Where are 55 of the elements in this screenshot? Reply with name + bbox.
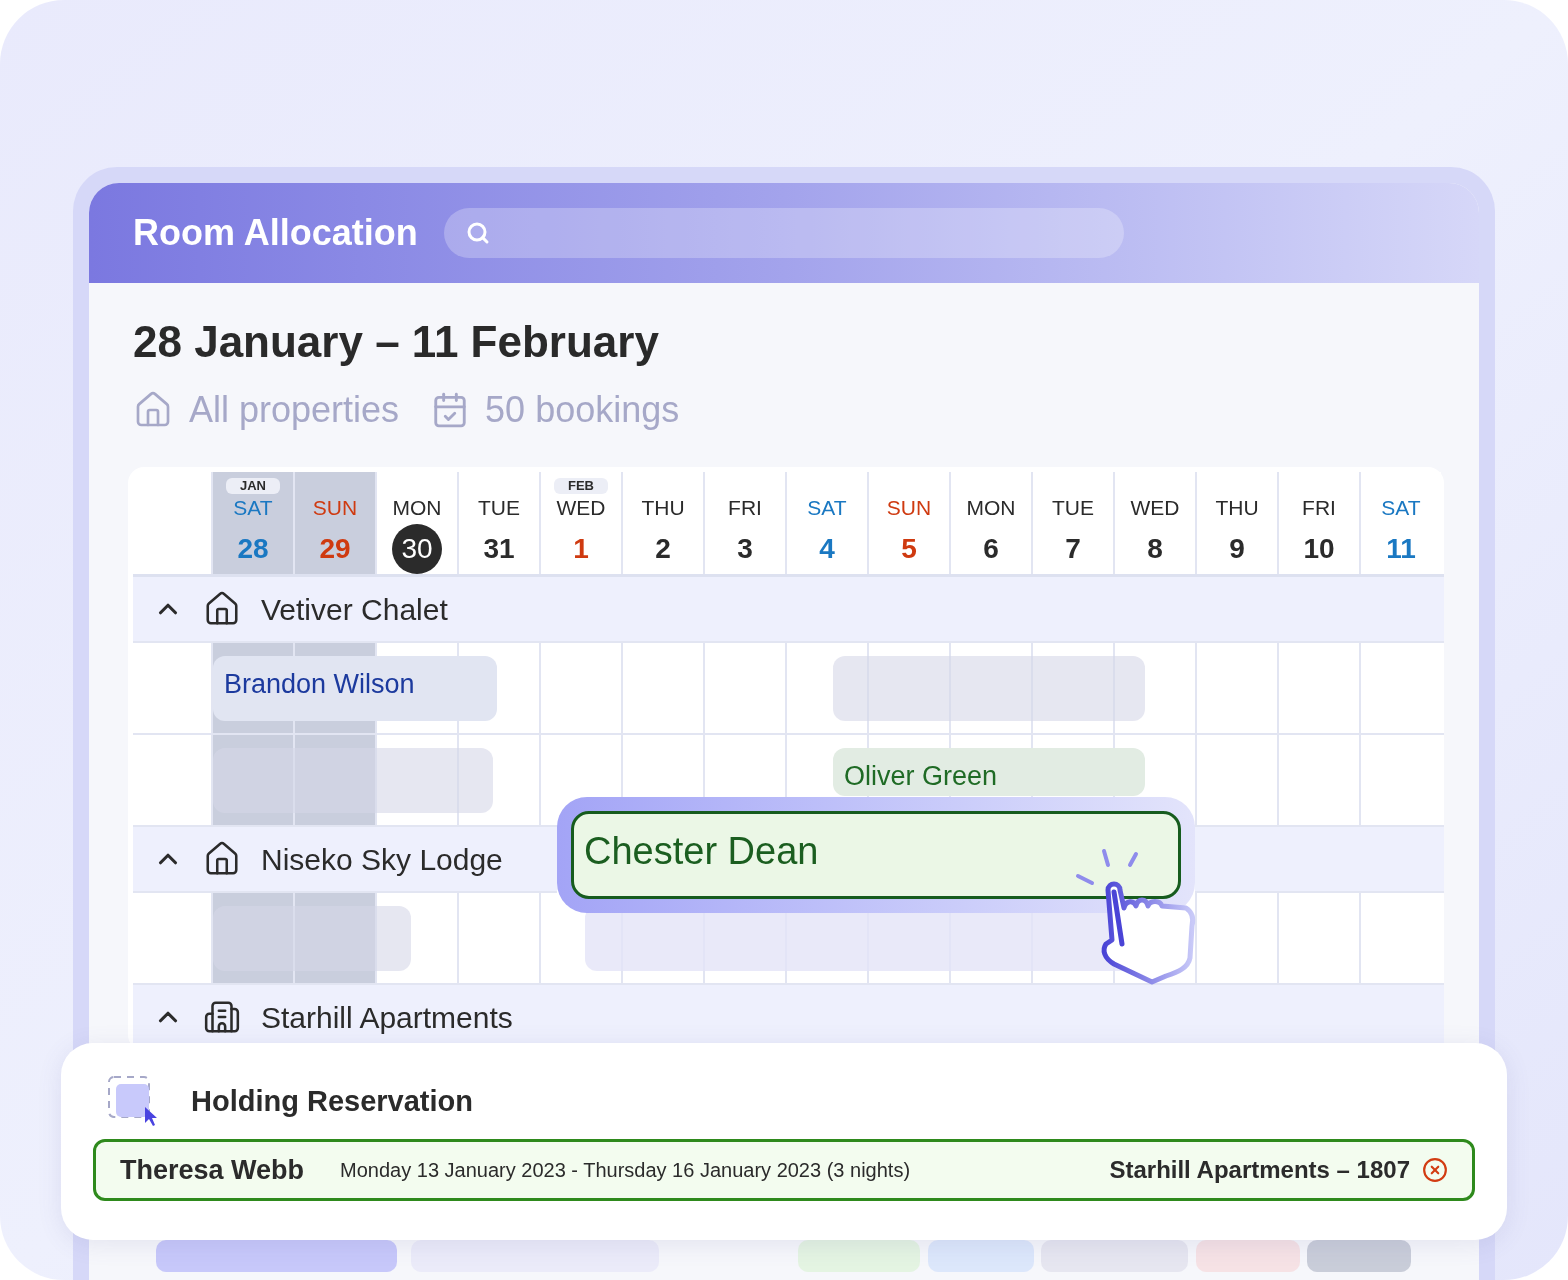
house-icon (203, 840, 241, 878)
date-number: 5 (901, 532, 917, 566)
weekday-label: SUN (886, 495, 932, 521)
today-date: 30 (392, 524, 442, 574)
booking-bar[interactable]: Brandon Wilson (213, 656, 497, 721)
booking-bar[interactable]: Oliver Green (833, 748, 1145, 796)
remove-icon[interactable] (1422, 1157, 1448, 1183)
day-header[interactable]: SAT 11 (1359, 472, 1441, 574)
app-title: Room Allocation (133, 211, 418, 255)
weekday-label: MON (392, 495, 442, 521)
property-header[interactable]: Vetiver Chalet (133, 577, 1444, 643)
weekday-label: WED (556, 495, 606, 521)
weekday-label: FRI (728, 495, 762, 521)
weekday-label: TUE (1052, 495, 1094, 521)
weekday-label: SAT (1381, 495, 1421, 521)
weekday-label: SUN (312, 495, 358, 521)
weekday-label: WED (1130, 495, 1180, 521)
date-number: 7 (1065, 532, 1081, 566)
date-number: 3 (737, 532, 753, 566)
date-number: 2 (655, 532, 671, 566)
building-icon (203, 998, 241, 1036)
search-field[interactable] (443, 208, 1124, 258)
day-header[interactable]: JAN SAT 28 (211, 472, 293, 574)
property-name: Vetiver Chalet (261, 591, 448, 628)
month-tag: JAN (226, 478, 280, 494)
property-header[interactable]: Niseko Sky Lodge (133, 827, 557, 893)
date-number: 10 (1303, 532, 1335, 566)
weekday-label: MON (966, 495, 1016, 521)
date-number: 29 (319, 532, 351, 566)
search-icon (465, 221, 490, 245)
month-tag: FEB (554, 478, 608, 494)
held-reservation[interactable]: Theresa Webb Monday 13 January 2023 - Thursday 16 January 2023 (3 nights) Starhill Apartments – 1807 (93, 1139, 1475, 1201)
property-name: Starhill Apartments (261, 999, 513, 1036)
date-number: 11 (1386, 532, 1416, 566)
weekday-label: THU (641, 495, 685, 521)
date-number: 31 (483, 532, 515, 566)
weekday-label: TUE (478, 495, 520, 521)
date-range-title: 28 January – 11 February (132, 316, 660, 368)
date-number: 8 (1147, 532, 1163, 566)
weekday-label: SAT (807, 495, 847, 521)
dragged-booking[interactable]: Chester Dean (571, 811, 1181, 899)
date-number: 1 (573, 532, 589, 566)
stay-dates: Monday 13 January 2023 - Thursday 16 January 2023 (3 nights) (340, 1158, 911, 1183)
date-number: 6 (983, 532, 999, 566)
room-label: Starhill Apartments – 1807 (1109, 1155, 1410, 1185)
date-number: 28 (237, 532, 269, 566)
weekday-label: SAT (233, 495, 273, 521)
date-number: 9 (1229, 532, 1245, 566)
weekday-label: FRI (1302, 495, 1336, 521)
weekday-label: THU (1215, 495, 1259, 521)
house-icon (203, 590, 241, 628)
property-name: Niseko Sky Lodge (261, 841, 503, 878)
date-number: 4 (819, 532, 835, 566)
guest-name: Theresa Webb (120, 1153, 305, 1187)
holding-title: Holding Reservation (191, 1084, 473, 1120)
